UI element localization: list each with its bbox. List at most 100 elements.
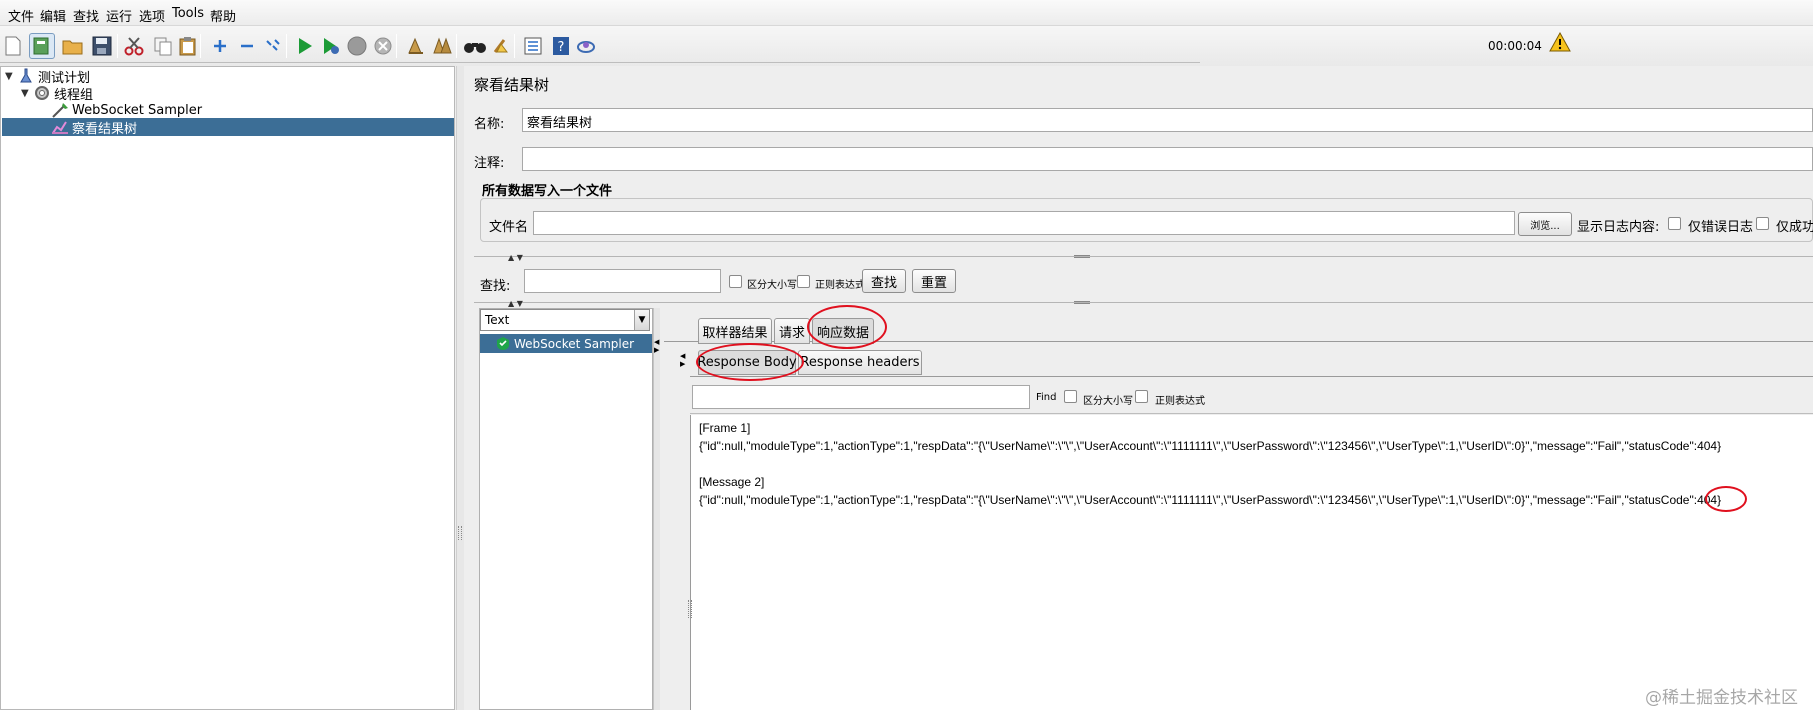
response-body-text-area[interactable]: [Frame 1] {"id":null,"moduleType":1,"act… [690,415,1813,710]
function-helper-icon[interactable] [520,33,546,59]
log-content-label: 显示日志内容: [1577,220,1660,235]
response-regex-label: 正则表达式 [1155,396,1205,407]
main-split-divider[interactable] [456,66,464,710]
save-icon[interactable] [89,33,115,59]
expand-icon[interactable] [207,33,233,59]
sample-result-list [479,308,653,710]
cut-icon[interactable] [121,33,147,59]
test-plan-tree: ▼ 测试计划 ▼ 线程组 WebSocket Sampler 察看结果树 [0,66,455,710]
results-split-divider[interactable]: ◀ ▶ [653,308,660,710]
svg-text:?: ? [558,40,565,55]
tab-sampler-result[interactable]: 取样器结果 [698,318,772,344]
split-grip [458,526,462,540]
response-line: {"id":null,"moduleType":1,"actionType":1… [699,439,1722,453]
menu-file[interactable]: 文件 [8,6,34,25]
case-sensitive-checkbox[interactable] [729,275,742,288]
search-icon[interactable] [462,33,488,59]
split-grip[interactable] [1074,301,1090,304]
reset-button[interactable]: 重置 [912,269,956,293]
tree-item-label: 线程组 [54,87,94,103]
file-section-title: 所有数据写入一个文件 [482,184,613,199]
comment-label: 注释: [474,156,505,171]
response-regex-checkbox[interactable] [1135,390,1148,403]
regex-label: 正则表达式 [815,280,865,291]
menu-help[interactable]: 帮助 [210,6,236,25]
case-sensitive-label: 区分大小写 [747,280,797,291]
watermark: @稀土掘金技术社区 [1645,688,1798,708]
toolbar-separator [0,62,1200,63]
filename-field[interactable] [533,211,1515,235]
success-check-icon [497,337,509,350]
response-case-label: 区分大小写 [1083,396,1133,407]
new-icon[interactable] [0,33,26,59]
success-only-checkbox[interactable] [1756,217,1769,230]
menu-tools[interactable]: Tools [172,6,204,21]
chevron-down-icon[interactable]: ▼ [634,310,649,330]
split-arrows[interactable]: ▲ ▼ [508,299,523,308]
collapse-icon[interactable] [234,33,260,59]
paste-icon[interactable] [175,33,201,59]
errors-only-checkbox[interactable] [1668,217,1681,230]
split-arrows[interactable]: ◀ ▶ [654,338,659,354]
split-arrows[interactable]: ▲ ▼ [508,253,523,262]
tree-item-thread-group[interactable]: ▼ 线程组 [21,84,94,103]
split-grip[interactable] [1074,255,1090,258]
annotation-circle-response-data [807,305,887,349]
shutdown-icon[interactable] [370,33,396,59]
test-plan-icon [17,68,35,84]
comment-field[interactable] [522,147,1813,171]
name-field[interactable]: 察看结果树 [522,108,1813,132]
response-line: {"id":null,"moduleType":1,"actionType":1… [699,493,1722,507]
errors-only-label: 仅错误日志 [1688,220,1754,235]
response-line: [Message 2] [699,475,765,489]
templates-icon[interactable] [29,33,55,59]
menu-options[interactable]: 选项 [139,6,165,25]
menu-search[interactable]: 查找 [73,6,99,25]
page-title: 察看结果树 [474,76,550,94]
menu-bar: 文件 编辑 查找 运行 选项 Tools 帮助 [0,0,1813,26]
find-button[interactable]: 查找 [862,269,906,293]
start-icon[interactable] [292,33,318,59]
response-line: [Frame 1] [699,421,751,435]
remote-icon[interactable] [573,33,599,59]
clear-all-icon[interactable] [430,33,456,59]
tree-item-websocket-sampler[interactable]: WebSocket Sampler [51,101,202,119]
sample-result-label: WebSocket Sampler [514,336,635,351]
sample-result-item[interactable]: WebSocket Sampler [480,334,652,353]
browse-button[interactable]: 浏览... [1518,212,1572,236]
warning-icon[interactable] [1549,32,1571,52]
search-label: 查找: [480,279,511,294]
open-icon[interactable] [60,33,86,59]
tree-item-test-plan[interactable]: ▼ 测试计划 [5,67,90,86]
success-only-label: 仅成功 [1776,220,1813,235]
clear-icon[interactable] [403,33,429,59]
toggle-icon[interactable] [260,33,286,59]
thread-group-icon [33,85,51,101]
divider [474,302,1813,303]
listener-icon [51,119,69,135]
reset-search-icon[interactable] [488,33,514,59]
response-case-checkbox[interactable] [1064,390,1077,403]
split-arrows[interactable]: ◀ ▶ [680,352,685,368]
menu-edit[interactable]: 编辑 [40,6,66,25]
regex-checkbox[interactable] [797,275,810,288]
subtab-response-headers[interactable]: Response headers [798,350,922,375]
tree-expand-toggle[interactable]: ▼ [5,71,17,82]
split-grip [688,600,692,618]
response-find-input[interactable] [692,385,1030,409]
start-no-pause-icon[interactable] [318,33,344,59]
tree-expand-toggle[interactable]: ▼ [21,88,33,99]
copy-icon[interactable] [150,33,176,59]
tab-request[interactable]: 请求 [774,318,810,344]
response-find-label: Find [1036,392,1057,403]
help-icon[interactable]: ? [548,33,574,59]
elapsed-timer: 00:00:04 [1488,39,1542,53]
name-label: 名称: [474,117,505,132]
tree-item-view-results-tree[interactable]: 察看结果树 [2,118,454,137]
annotation-circle-response-body [696,343,804,381]
stop-icon[interactable] [344,33,370,59]
menu-run[interactable]: 运行 [106,6,132,25]
search-input[interactable] [524,269,721,293]
renderer-select[interactable]: Text ▼ [480,309,650,331]
annotation-circle-status-code [1705,486,1747,512]
